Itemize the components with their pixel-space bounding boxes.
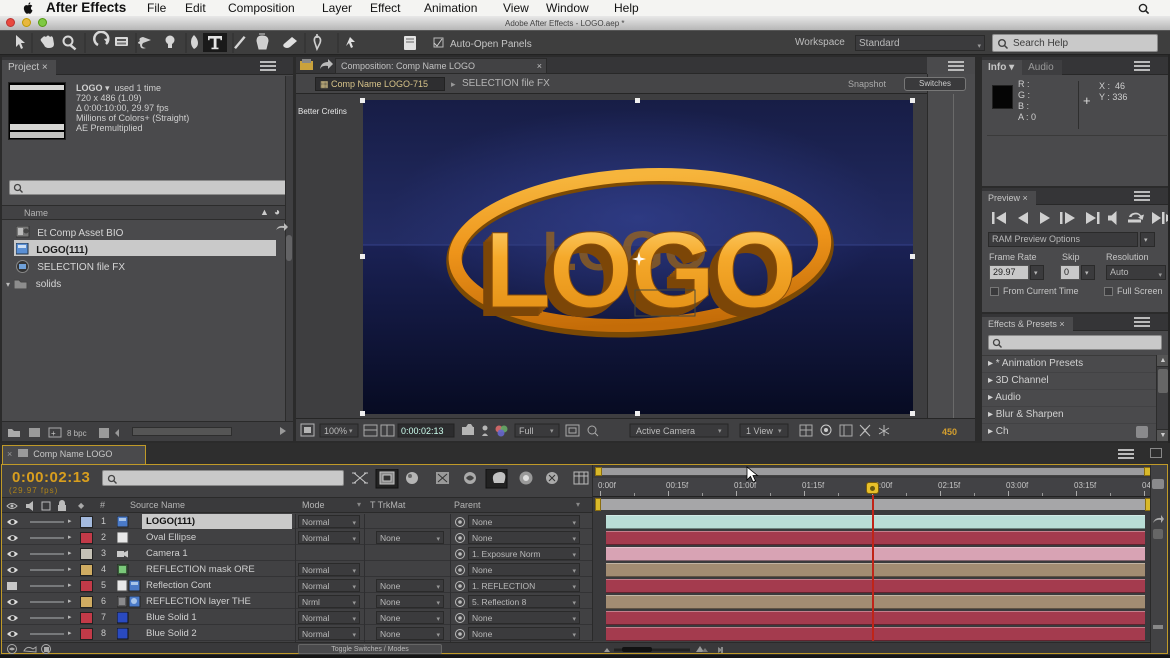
svg-text:▾: ▾ [778, 428, 782, 435]
svg-text:Auto-Open Panels: Auto-Open Panels [450, 39, 532, 50]
svg-text:▾: ▾ [550, 428, 554, 435]
svg-text:100%: 100% [324, 426, 347, 436]
svg-text:▾: ▾ [718, 428, 722, 435]
svg-text:Full: Full [519, 426, 534, 436]
svg-text:450: 450 [942, 427, 957, 437]
svg-text:8 bpc: 8 bpc [67, 429, 87, 438]
svg-text:LOGO: LOGO [485, 209, 795, 330]
svg-text:+: + [51, 429, 56, 438]
svg-text:1 View: 1 View [746, 426, 773, 436]
svg-text:▾: ▾ [349, 428, 353, 435]
svg-text:0:00:02:13: 0:00:02:13 [401, 426, 444, 436]
svg-text:Active Camera: Active Camera [636, 426, 695, 436]
